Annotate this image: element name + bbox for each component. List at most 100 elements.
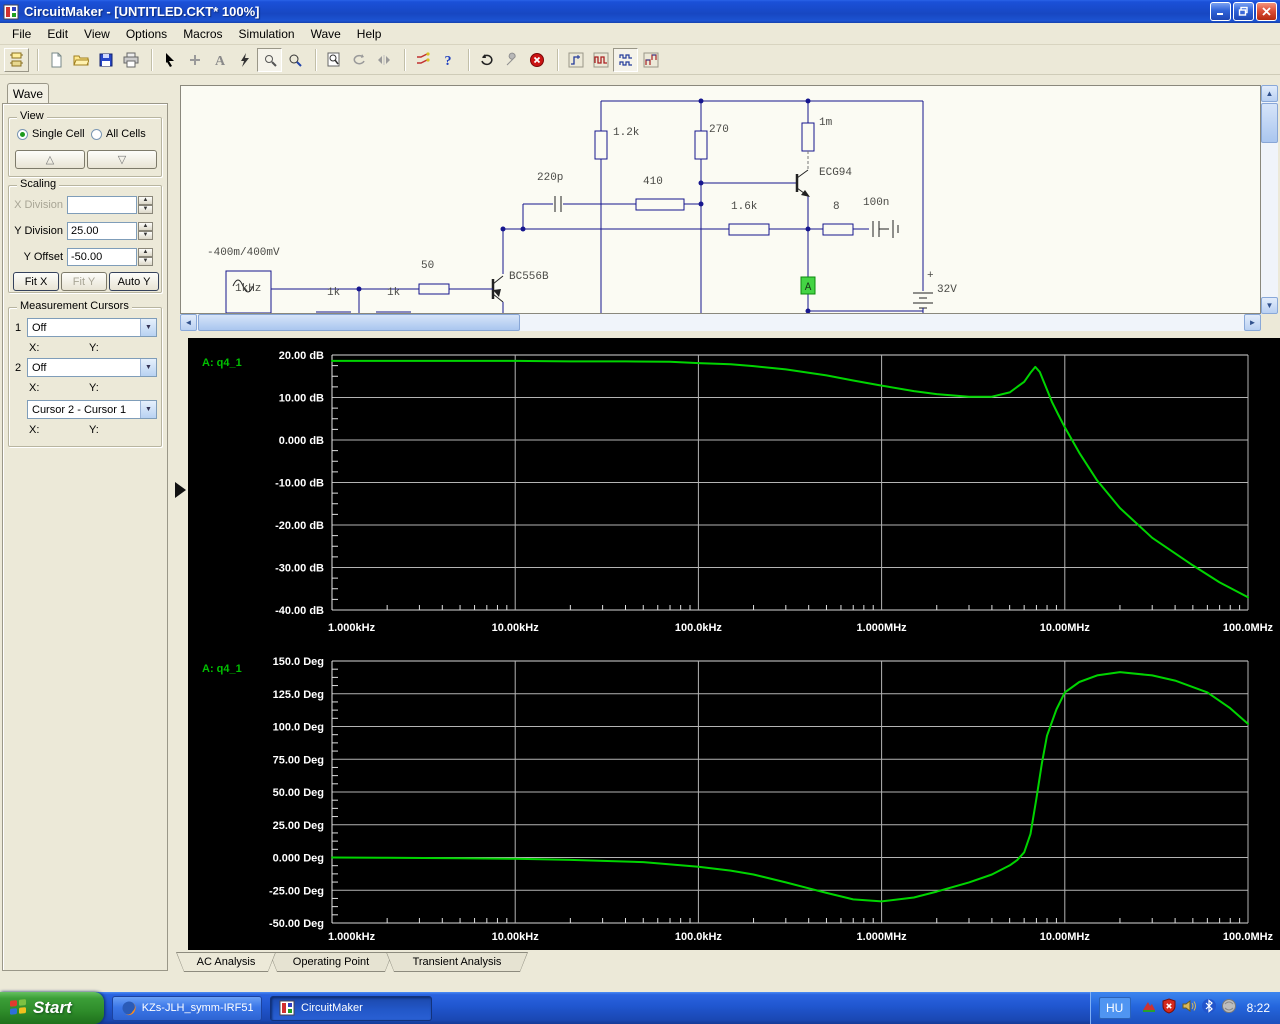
parts-browser-button[interactable] [4, 48, 29, 72]
language-indicator[interactable]: HU [1099, 997, 1131, 1019]
menu-help[interactable]: Help [349, 25, 390, 43]
chevron-down-icon[interactable]: ▼ [140, 319, 156, 336]
mirror-button[interactable] [371, 48, 396, 72]
menu-simulation[interactable]: Simulation [231, 25, 303, 43]
y-offset-input[interactable] [67, 248, 137, 266]
horizontal-scroll-thumb[interactable] [198, 314, 520, 331]
tab-wave[interactable]: Wave [7, 83, 49, 104]
waveform-mixed-button[interactable] [638, 48, 663, 72]
svg-text:75.00 Deg: 75.00 Deg [273, 754, 324, 766]
new-file-button[interactable] [43, 48, 68, 72]
component-label: 32V [937, 284, 957, 296]
start-button[interactable]: Start [0, 992, 104, 1024]
print-button[interactable] [118, 48, 143, 72]
svg-text:10.00MHz: 10.00MHz [1040, 622, 1091, 634]
scroll-up-icon[interactable]: ▲ [1261, 85, 1278, 102]
digital-options-icon [415, 52, 431, 68]
chevron-down-icon[interactable]: ▼ [140, 401, 156, 418]
rotate-button[interactable] [346, 48, 371, 72]
probe-marker[interactable]: A [801, 277, 815, 294]
cursor1-y-label: Y: [89, 342, 99, 354]
tab-operating-point[interactable]: Operating Point [269, 952, 393, 972]
scroll-left-icon[interactable]: ◄ [180, 314, 197, 331]
schematic-horizontal-scrollbar[interactable]: ◄ ► [180, 314, 1261, 331]
svg-text:A: A [805, 282, 812, 294]
component-label: 1kHz [235, 283, 261, 295]
minimize-button[interactable] [1210, 2, 1231, 21]
menu-wave[interactable]: Wave [303, 25, 349, 43]
security-alert-icon[interactable] [1161, 998, 1177, 1019]
cursor2-select[interactable]: Off ▼ [27, 358, 157, 377]
wave-up-button[interactable]: △ [15, 150, 85, 169]
y-division-spinner[interactable]: ▲▼ [138, 222, 153, 240]
waveform-step-button[interactable] [563, 48, 588, 72]
scroll-down-icon[interactable]: ▼ [1261, 297, 1278, 314]
schematic-vertical-scrollbar[interactable]: ▲ ▼ [1261, 85, 1278, 314]
delete-tool-button[interactable] [232, 48, 257, 72]
auto-y-button[interactable]: Auto Y [109, 272, 159, 291]
cursor1-select[interactable]: Off ▼ [27, 318, 157, 337]
bluetooth-icon[interactable] [1201, 998, 1217, 1019]
stop-simulation-button[interactable] [524, 48, 549, 72]
help-icon: ? [440, 52, 456, 68]
component-label: 8 [833, 201, 840, 213]
spin-up-icon[interactable]: ▲ [138, 248, 153, 257]
menu-macros[interactable]: Macros [175, 25, 230, 43]
help-button[interactable]: ? [435, 48, 460, 72]
cursor-diff-select[interactable]: Cursor 2 - Cursor 1 ▼ [27, 400, 157, 419]
chevron-down-icon[interactable]: ▼ [140, 359, 156, 376]
panel-expander-arrow[interactable] [175, 482, 186, 498]
start-label: Start [33, 998, 72, 1018]
svg-text:A: q4_1: A: q4_1 [202, 357, 242, 369]
scaling-group-title: Scaling [17, 178, 59, 190]
ac-analysis-plot-panel[interactable]: 20.00 dB10.00 dB0.000 dB-10.00 dB-20.00 … [188, 338, 1280, 950]
taskbar-task-circuitmaker[interactable]: CircuitMaker [270, 996, 432, 1021]
waveform-multi-button[interactable] [613, 48, 638, 72]
y-offset-spinner[interactable]: ▲▼ [138, 248, 153, 266]
cursor-tool-button[interactable] [157, 48, 182, 72]
window-title: CircuitMaker - [UNTITLED.CKT* 100%] [24, 4, 1208, 19]
volume-icon[interactable] [1181, 998, 1197, 1019]
spin-down-icon[interactable]: ▼ [138, 205, 153, 214]
scroll-right-icon[interactable]: ► [1244, 314, 1261, 331]
save-button[interactable] [93, 48, 118, 72]
radio-all-cells[interactable]: All Cells [91, 128, 146, 140]
spin-up-icon[interactable]: ▲ [138, 196, 153, 205]
y-division-input[interactable] [67, 222, 137, 240]
save-icon [98, 52, 114, 68]
probe-tool-button[interactable] [257, 48, 282, 72]
spin-down-icon[interactable]: ▼ [138, 231, 153, 240]
zoom-select-button[interactable] [321, 48, 346, 72]
x-division-spinner[interactable]: ▲▼ [138, 196, 153, 214]
zoom-tool-button[interactable] [282, 48, 307, 72]
wave-down-button[interactable]: ▽ [87, 150, 157, 169]
tab-transient-analysis[interactable]: Transient Analysis [386, 952, 528, 972]
status-sphere-icon[interactable] [1221, 998, 1237, 1019]
waveform-square-button[interactable] [588, 48, 613, 72]
wrench-button[interactable] [499, 48, 524, 72]
radio-single-cell[interactable]: Single Cell [17, 128, 85, 140]
text-tool-button[interactable]: A [207, 48, 232, 72]
x-division-input[interactable] [67, 196, 137, 214]
digital-options-button[interactable] [410, 48, 435, 72]
fit-x-button[interactable]: Fit X [13, 272, 59, 291]
menu-edit[interactable]: Edit [39, 25, 76, 43]
menu-options[interactable]: Options [118, 25, 175, 43]
reset-button[interactable] [474, 48, 499, 72]
fit-y-button[interactable]: Fit Y [61, 272, 107, 291]
menu-file[interactable]: File [4, 25, 39, 43]
wire-tool-button[interactable] [182, 48, 207, 72]
vertical-scroll-thumb[interactable] [1261, 103, 1278, 143]
menu-view[interactable]: View [76, 25, 118, 43]
spin-up-icon[interactable]: ▲ [138, 222, 153, 231]
graphics-icon[interactable] [1141, 998, 1157, 1019]
svg-text:50.00 Deg: 50.00 Deg [273, 787, 324, 799]
close-button[interactable] [1256, 2, 1277, 21]
open-file-button[interactable] [68, 48, 93, 72]
delete-tool-icon [237, 52, 253, 68]
restore-button[interactable] [1233, 2, 1254, 21]
tab-ac-analysis[interactable]: AC Analysis [176, 952, 276, 972]
schematic-view[interactable]: A 1.2k2701mECG94220p4101.6k8100n-400m/40… [180, 85, 1261, 314]
taskbar-task-firefox[interactable]: KZs-JLH_symm-IRF51... [112, 996, 262, 1021]
spin-down-icon[interactable]: ▼ [138, 257, 153, 266]
